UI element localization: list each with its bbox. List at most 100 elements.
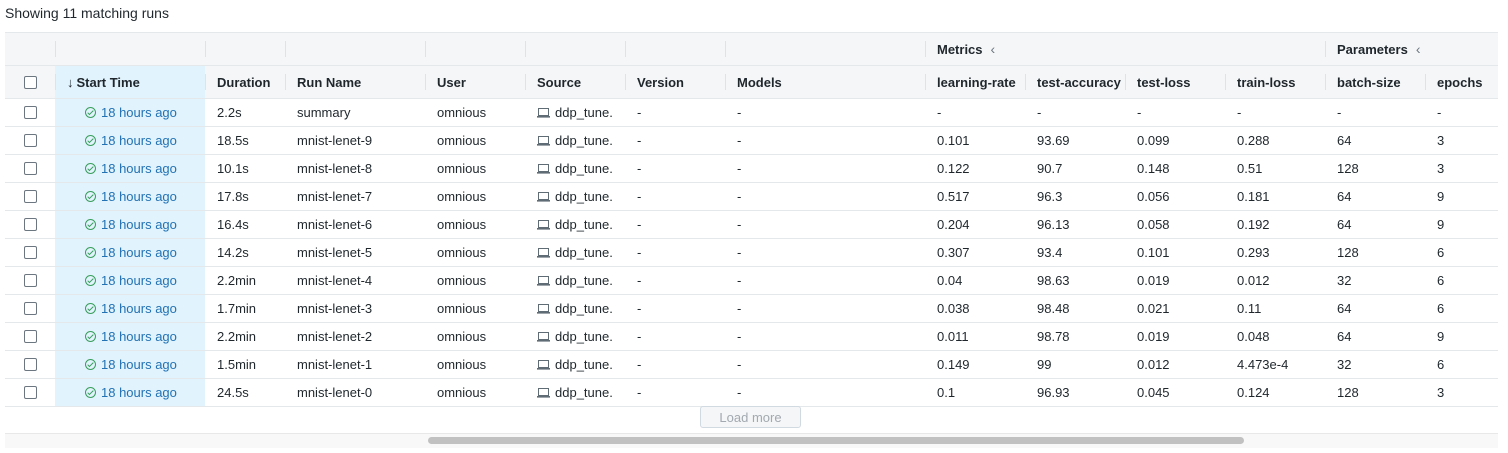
cell-epochs: 6 <box>1437 273 1445 288</box>
cell-source[interactable]: ddp_tune. <box>525 183 625 210</box>
table-row[interactable]: 18 hours ago ddp_tune. 1.5min mnist-lenet-1… <box>5 351 1498 379</box>
start-time-link[interactable]: 18 hours ago <box>85 217 177 232</box>
select-all-checkbox[interactable] <box>23 75 37 89</box>
table-row[interactable]: 18 hours ago ddp_tune. 2.2min mnist-lenet-4… <box>5 267 1498 295</box>
table-row[interactable]: 18 hours ago ddp_tune. 2.2min mnist-lenet-2… <box>5 323 1498 351</box>
cell-source[interactable]: ddp_tune. <box>525 267 625 294</box>
cell-learning-rate: 0.517 <box>937 189 970 204</box>
cell-source[interactable]: ddp_tune. <box>525 211 625 238</box>
cell-test-loss: 0.056 <box>1137 189 1170 204</box>
table-row[interactable]: 18 hours ago ddp_tune. 2.2s summary omnious -… <box>5 99 1498 127</box>
row-checkbox[interactable] <box>23 246 37 259</box>
column-header-version[interactable]: Version <box>625 66 725 98</box>
cell-run-name: mnist-lenet-4 <box>297 273 373 288</box>
cell-train-loss: 0.192 <box>1237 217 1270 232</box>
cell-run-name: mnist-lenet-3 <box>297 301 373 316</box>
cell-source[interactable]: ddp_tune. <box>525 239 625 266</box>
cell-user: omnious <box>437 161 487 176</box>
source-text: ddp_tune. <box>555 273 613 288</box>
start-time-link[interactable]: 18 hours ago <box>85 133 177 148</box>
row-checkbox[interactable] <box>23 106 37 119</box>
table-row[interactable]: 18 hours ago ddp_tune. 1.7min mnist-lenet-3… <box>5 295 1498 323</box>
source-text: ddp_tune. <box>555 301 613 316</box>
cell-learning-rate: 0.1 <box>937 385 956 400</box>
cell-learning-rate: - <box>937 105 942 120</box>
column-header-epochs[interactable]: epochs <box>1425 66 1498 98</box>
group-cell-runname <box>285 33 425 65</box>
start-time-link[interactable]: 18 hours ago <box>85 329 177 344</box>
cell-run-name: mnist-lenet-8 <box>297 161 373 176</box>
cell-source[interactable]: ddp_tune. <box>525 155 625 182</box>
column-header-test-loss[interactable]: test-loss <box>1125 66 1225 98</box>
metrics-group-header[interactable]: Metrics ‹ <box>925 33 1325 65</box>
table-row[interactable]: 18 hours ago ddp_tune. 14.2s mnist-lenet-5 o… <box>5 239 1498 267</box>
table-row[interactable]: 18 hours ago ddp_tune. 17.8s mnist-lenet-7 o… <box>5 183 1498 211</box>
column-header-start-time[interactable]: ↓ Start Time <box>55 66 205 98</box>
column-header-models[interactable]: Models <box>725 66 925 98</box>
cell-learning-rate: 0.204 <box>937 217 970 232</box>
table-row[interactable]: 18 hours ago ddp_tune. 10.1s mnist-lenet-8 o… <box>5 155 1498 183</box>
column-header-source[interactable]: Source <box>525 66 625 98</box>
table-row[interactable]: 18 hours ago ddp_tune. 18.5s mnist-lenet-9 o… <box>5 127 1498 155</box>
cell-source[interactable]: ddp_tune. <box>525 295 625 322</box>
row-checkbox[interactable] <box>23 218 37 231</box>
row-checkbox[interactable] <box>23 190 37 203</box>
start-time-link[interactable]: 18 hours ago <box>85 245 177 260</box>
column-header-batch-size[interactable]: batch-size <box>1325 66 1425 98</box>
load-more-button[interactable]: Load more <box>700 406 801 428</box>
cell-version: - <box>637 357 642 372</box>
column-header-user[interactable]: User <box>425 66 525 98</box>
cell-test-loss: 0.021 <box>1137 301 1170 316</box>
horizontal-scrollbar[interactable] <box>5 433 1498 448</box>
check-circle-icon <box>85 303 96 314</box>
column-header-learning-rate[interactable]: learning-rate <box>925 66 1025 98</box>
table-row[interactable]: 18 hours ago ddp_tune. 16.4s mnist-lenet-6 o… <box>5 211 1498 239</box>
laptop-icon <box>537 387 550 398</box>
cell-version: - <box>637 273 642 288</box>
scrollbar-thumb[interactable] <box>428 437 1244 444</box>
cell-batch-size: 32 <box>1337 357 1352 372</box>
laptop-icon <box>537 191 550 202</box>
cell-batch-size: 64 <box>1337 301 1352 316</box>
cell-version: - <box>637 161 642 176</box>
start-time-link[interactable]: 18 hours ago <box>85 161 177 176</box>
cell-models: - <box>737 357 742 372</box>
start-time-link[interactable]: 18 hours ago <box>85 357 177 372</box>
start-time-link[interactable]: 18 hours ago <box>85 273 177 288</box>
cell-start-time: 18 hours ago <box>55 295 205 322</box>
group-cell-source <box>525 33 625 65</box>
start-time-text: 18 hours ago <box>101 273 177 288</box>
cell-start-time: 18 hours ago <box>55 127 205 154</box>
cell-start-time: 18 hours ago <box>55 183 205 210</box>
start-time-link[interactable]: 18 hours ago <box>85 385 177 400</box>
cell-source[interactable]: ddp_tune. <box>525 323 625 350</box>
column-header-duration[interactable]: Duration <box>205 66 285 98</box>
row-checkbox[interactable] <box>23 358 37 371</box>
chevron-left-icon[interactable]: ‹ <box>991 41 996 57</box>
column-header-run-name[interactable]: Run Name <box>285 66 425 98</box>
cell-duration: 14.2s <box>217 245 249 260</box>
row-checkbox[interactable] <box>23 302 37 315</box>
cell-test-accuracy: 96.93 <box>1037 385 1070 400</box>
start-time-link[interactable]: 18 hours ago <box>85 189 177 204</box>
row-checkbox[interactable] <box>23 330 37 343</box>
column-header-train-loss[interactable]: train-loss <box>1225 66 1325 98</box>
cell-epochs: 6 <box>1437 301 1445 316</box>
cell-source[interactable]: ddp_tune. <box>525 379 625 406</box>
row-checkbox[interactable] <box>23 134 37 147</box>
parameters-group-header[interactable]: Parameters ‹ <box>1325 33 1498 65</box>
cell-start-time: 18 hours ago <box>55 99 205 126</box>
row-checkbox[interactable] <box>23 274 37 287</box>
start-time-link[interactable]: 18 hours ago <box>85 301 177 316</box>
column-header-test-accuracy[interactable]: test-accuracy <box>1025 66 1125 98</box>
cell-source[interactable]: ddp_tune. <box>525 351 625 378</box>
row-checkbox[interactable] <box>23 386 37 399</box>
table-row[interactable]: 18 hours ago ddp_tune. 24.5s mnist-lenet-0 o… <box>5 379 1498 407</box>
chevron-left-icon[interactable]: ‹ <box>1416 41 1421 57</box>
start-time-link[interactable]: 18 hours ago <box>85 105 177 120</box>
cell-source[interactable]: ddp_tune. <box>525 127 625 154</box>
cell-train-loss: 0.11 <box>1237 301 1262 316</box>
cell-source[interactable]: ddp_tune. <box>525 99 625 126</box>
row-checkbox-cell <box>5 183 55 210</box>
row-checkbox[interactable] <box>23 162 37 175</box>
